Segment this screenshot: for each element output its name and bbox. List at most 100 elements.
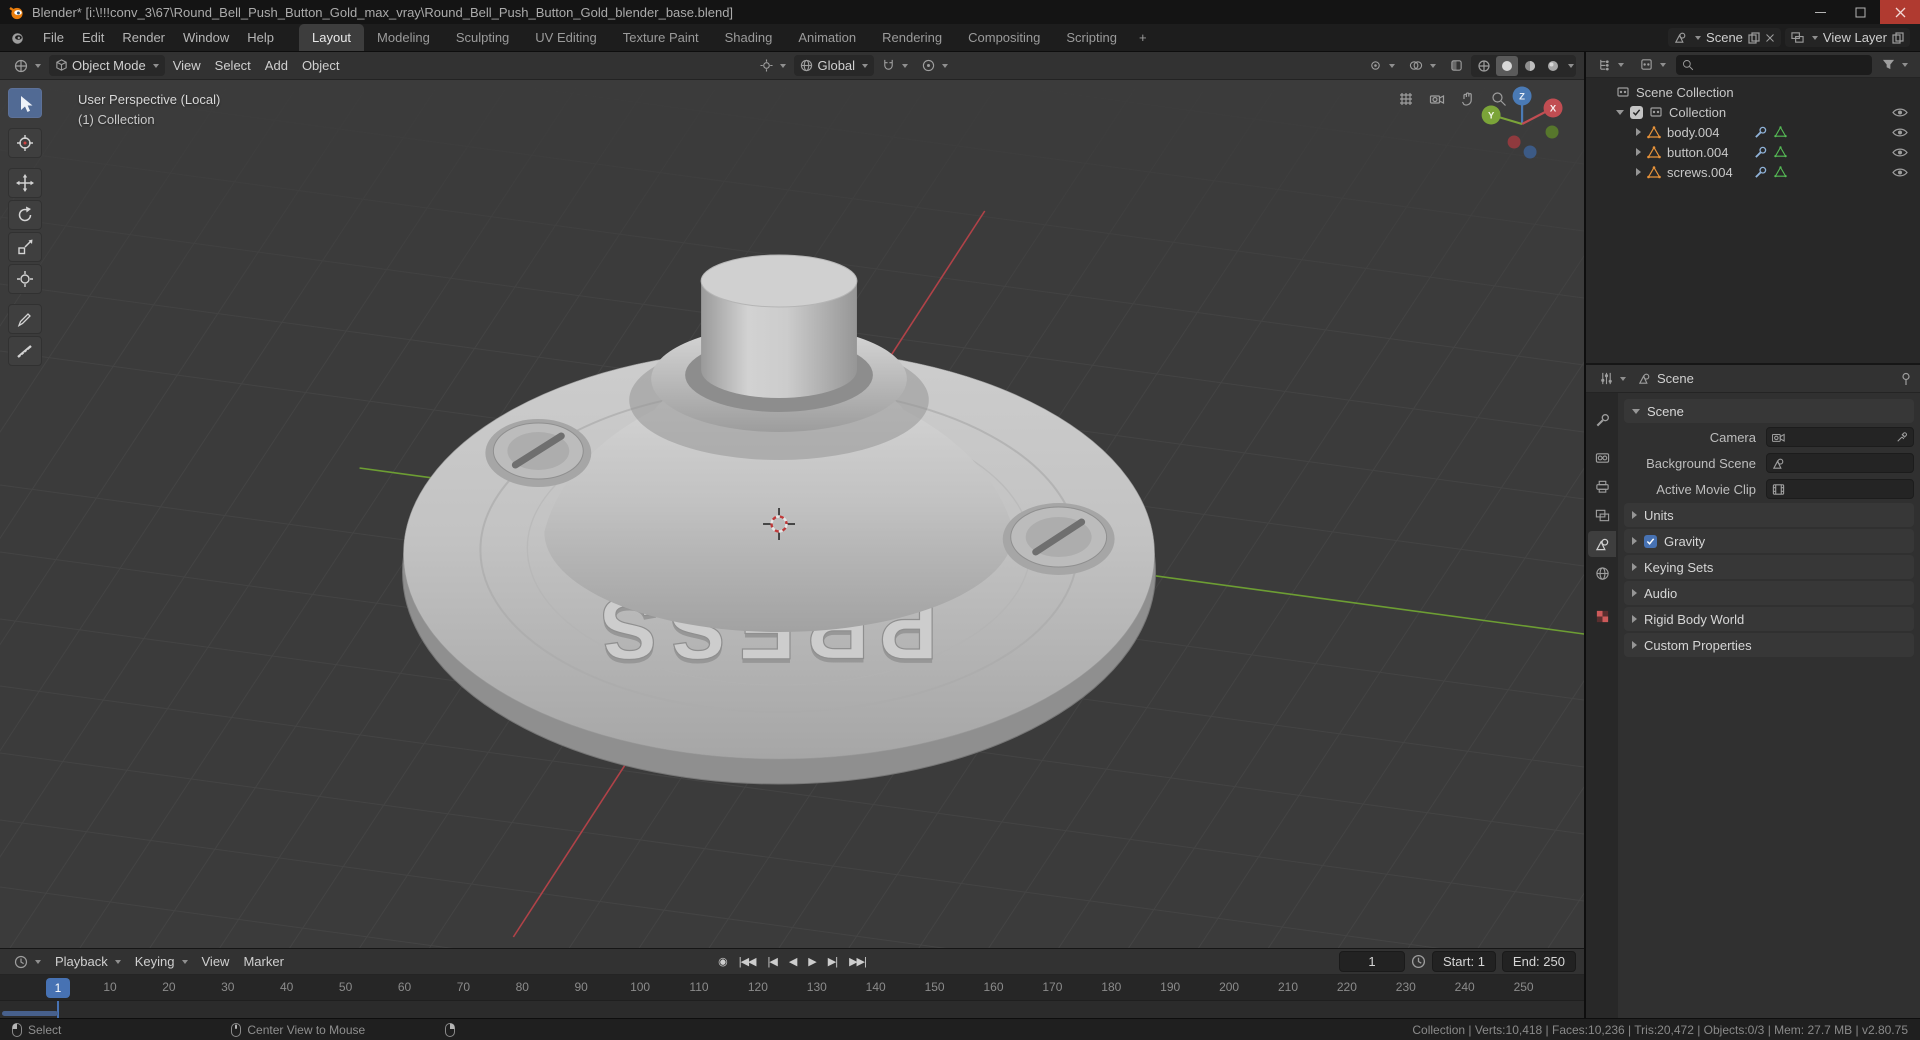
viewport-menu-select[interactable]: Select <box>209 55 257 76</box>
mode-dropdown[interactable]: Object Mode <box>49 55 165 76</box>
timeline-menu-marker[interactable]: Marker <box>237 951 289 972</box>
timeline-ruler[interactable]: 1 10 20 30 40 50 60 70 80 90 100 110 120 130 140 150 16… <box>0 975 1584 1001</box>
properties-editor-type-button[interactable] <box>1594 369 1632 388</box>
camera-field[interactable] <box>1766 427 1914 447</box>
scene-selector[interactable]: Scene <box>1668 28 1781 47</box>
editor-type-button[interactable] <box>8 56 47 76</box>
outliner-editor-type-button[interactable] <box>1592 55 1630 74</box>
timeline-editor-type-button[interactable] <box>8 952 47 972</box>
collection-checkbox[interactable] <box>1630 105 1643 119</box>
add-workspace-button[interactable]: + <box>1130 24 1156 51</box>
pin-icon[interactable] <box>1900 372 1912 386</box>
proportional-editing-button[interactable] <box>916 56 954 75</box>
overlays-button[interactable] <box>1403 56 1442 75</box>
tab-scripting[interactable]: Scripting <box>1053 24 1130 51</box>
tab-view-layer-properties[interactable] <box>1588 502 1616 528</box>
frame-end-field[interactable]: End: 250 <box>1501 951 1576 972</box>
toggle-perspective-button[interactable] <box>1393 86 1419 112</box>
gravity-checkbox[interactable] <box>1644 534 1657 548</box>
shading-material-button[interactable] <box>1519 56 1541 76</box>
tab-scene-properties[interactable] <box>1588 531 1616 557</box>
tab-output-properties[interactable] <box>1588 473 1616 499</box>
previous-keyframe-button[interactable]: |◀ <box>763 953 782 970</box>
outliner-search-input[interactable] <box>1676 54 1872 75</box>
frame-start-field[interactable]: Start: 1 <box>1431 951 1496 972</box>
orientation-dropdown[interactable]: Global <box>794 55 875 76</box>
tab-sculpting[interactable]: Sculpting <box>443 24 522 51</box>
play-reverse-button[interactable]: ◀ <box>784 953 801 970</box>
zoom-view-button[interactable] <box>1486 86 1512 112</box>
jump-to-end-button[interactable]: ▶▶| <box>844 953 871 970</box>
viewport-menu-view[interactable]: View <box>167 55 207 76</box>
transform-tool[interactable] <box>8 264 42 294</box>
tab-rendering[interactable]: Rendering <box>869 24 955 51</box>
shading-solid-button[interactable] <box>1496 55 1518 76</box>
tab-render-properties[interactable] <box>1588 444 1616 470</box>
object-visibility[interactable] <box>1892 147 1908 158</box>
viewport-menu-add[interactable]: Add <box>259 55 294 76</box>
menu-render[interactable]: Render <box>113 24 174 52</box>
section-gravity[interactable]: Gravity <box>1624 529 1914 553</box>
current-frame-marker[interactable]: 1 <box>46 978 70 998</box>
record-button[interactable]: ◉ <box>713 953 732 970</box>
playhead-line[interactable] <box>57 1001 59 1018</box>
cursor-tool[interactable] <box>8 128 42 158</box>
tab-world-properties[interactable] <box>1588 560 1616 586</box>
viewport-canvas[interactable]: PRESS PRESS <box>0 80 1584 948</box>
object-visibility[interactable] <box>1892 127 1908 138</box>
outliner-filter-button[interactable] <box>1876 55 1914 74</box>
tab-shading[interactable]: Shading <box>712 24 786 51</box>
xray-toggle-button[interactable] <box>1444 56 1469 75</box>
expand-object-icon[interactable] <box>1636 128 1641 136</box>
use-preview-range-icon[interactable] <box>1411 954 1426 969</box>
timeline-track[interactable] <box>0 1001 1584 1018</box>
tab-animation[interactable]: Animation <box>785 24 869 51</box>
collection-visibility[interactable] <box>1892 107 1908 118</box>
background-scene-field[interactable] <box>1766 453 1914 473</box>
outliner-row-scene-collection[interactable]: Scene Collection <box>1586 82 1920 102</box>
timeline-menu-keying[interactable]: Keying <box>129 951 194 972</box>
minimize-button[interactable] <box>1800 0 1840 24</box>
menu-edit[interactable]: Edit <box>73 24 113 52</box>
shading-rendered-button[interactable] <box>1542 56 1564 76</box>
section-custom-properties[interactable]: Custom Properties <box>1624 633 1914 657</box>
section-rigid-body-world[interactable]: Rigid Body World <box>1624 607 1914 631</box>
rotate-tool[interactable] <box>8 200 42 230</box>
transform-pivot-button[interactable] <box>754 56 792 75</box>
blender-menu-button[interactable] <box>0 30 34 45</box>
menu-help[interactable]: Help <box>238 24 283 52</box>
move-view-button[interactable] <box>1455 86 1481 112</box>
play-button[interactable]: ▶ <box>803 953 820 970</box>
scale-tool[interactable] <box>8 232 42 262</box>
outliner-display-mode-button[interactable] <box>1634 55 1672 74</box>
outliner-row-collection[interactable]: Collection <box>1586 102 1920 122</box>
snap-toggle-button[interactable] <box>876 56 914 75</box>
select-box-tool[interactable] <box>8 88 42 118</box>
tab-texture-properties[interactable] <box>1588 603 1616 629</box>
tab-compositing[interactable]: Compositing <box>955 24 1053 51</box>
move-tool[interactable] <box>8 168 42 198</box>
section-audio[interactable]: Audio <box>1624 581 1914 605</box>
menu-file[interactable]: File <box>34 24 73 52</box>
outliner-row-body[interactable]: body.004 <box>1586 122 1920 142</box>
section-units[interactable]: Units <box>1624 503 1914 527</box>
timeline-menu-view[interactable]: View <box>196 951 236 972</box>
active-movie-clip-field[interactable] <box>1766 479 1914 499</box>
object-visibility[interactable] <box>1892 167 1908 178</box>
annotate-tool[interactable] <box>8 304 42 334</box>
toggle-camera-view-button[interactable] <box>1424 86 1450 112</box>
outliner-row-screws[interactable]: screws.004 <box>1586 162 1920 182</box>
menu-window[interactable]: Window <box>174 24 238 52</box>
new-scene-icon[interactable] <box>1748 31 1760 44</box>
expand-collection-icon[interactable] <box>1616 109 1624 115</box>
expand-object-icon[interactable] <box>1636 168 1641 176</box>
tab-modeling[interactable]: Modeling <box>364 24 443 51</box>
tab-texture-paint[interactable]: Texture Paint <box>610 24 712 51</box>
close-button[interactable] <box>1880 0 1920 24</box>
outliner-row-button[interactable]: button.004 <box>1586 142 1920 162</box>
gizmo-y-negative[interactable] <box>1545 125 1559 139</box>
maximize-button[interactable] <box>1840 0 1880 24</box>
current-frame-field[interactable]: 1 <box>1338 951 1405 972</box>
next-keyframe-button[interactable]: ▶| <box>823 953 842 970</box>
view-layer-selector[interactable]: View Layer <box>1784 28 1910 47</box>
